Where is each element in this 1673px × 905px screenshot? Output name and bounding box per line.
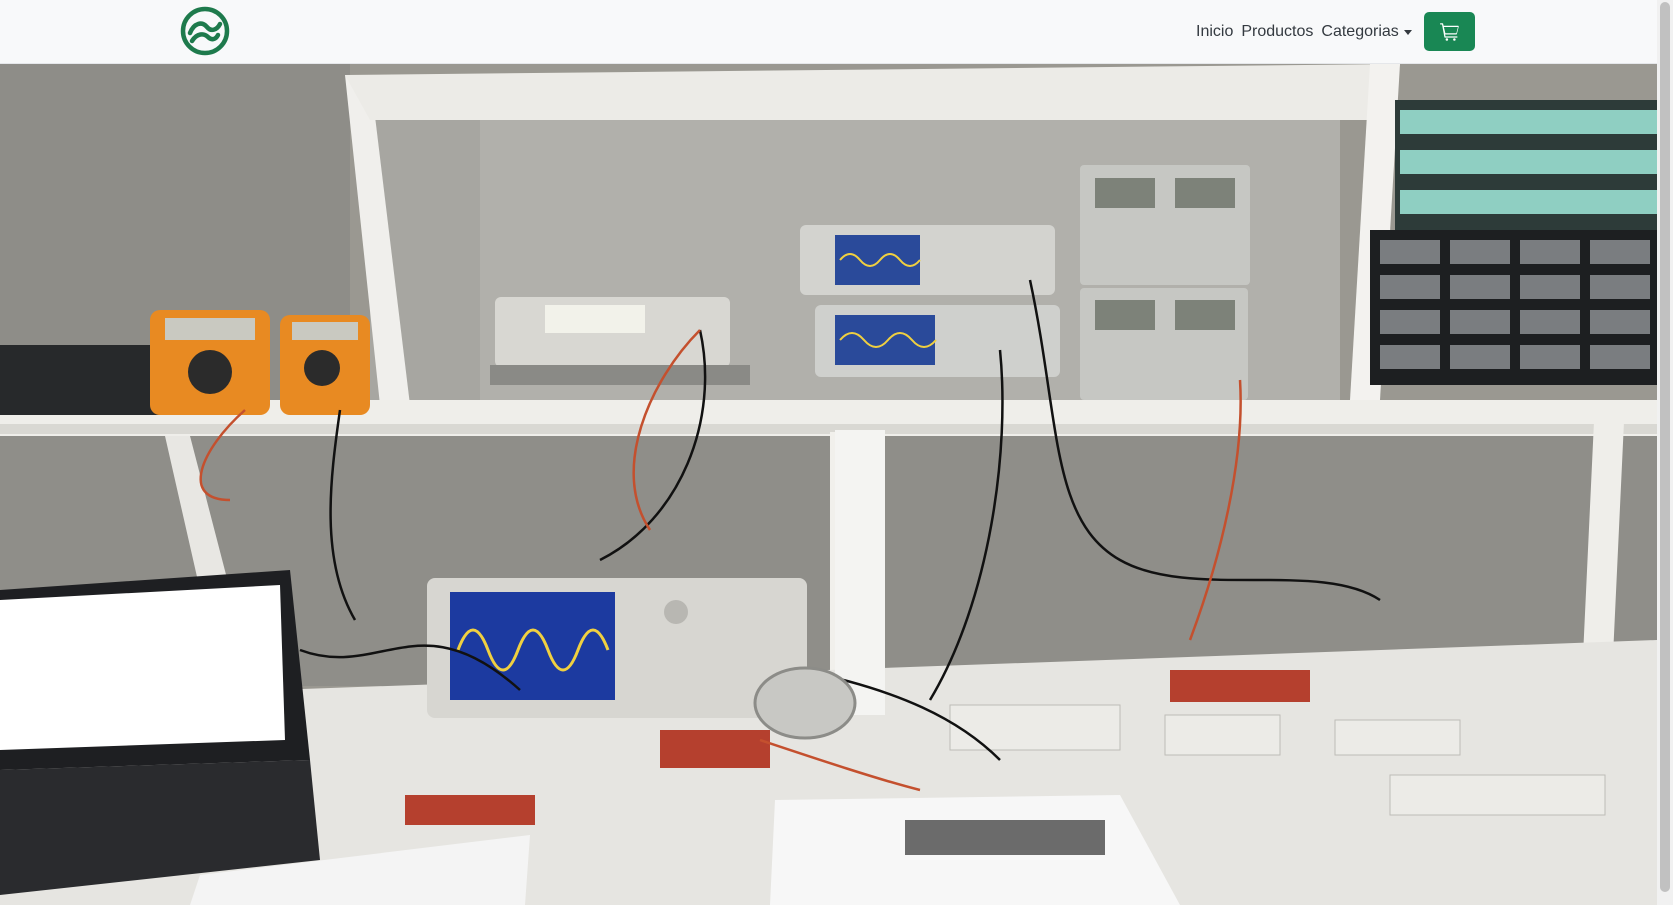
page: Inicio Productos Categorias [0, 0, 1673, 905]
nav-dropdown-categorias[interactable]: Categorias [1317, 23, 1415, 41]
nav-link-productos[interactable]: Productos [1237, 23, 1317, 41]
nav-dropdown-label: Categorias [1321, 23, 1399, 40]
scrollbar-thumb[interactable] [1660, 2, 1670, 892]
hero-image [0, 64, 1657, 905]
nav-links: Inicio Productos Categorias [1192, 0, 1416, 64]
cart-button[interactable] [1424, 12, 1475, 51]
page-scrollbar[interactable] [1657, 0, 1673, 905]
university-logo-icon[interactable] [180, 6, 230, 56]
cart-icon [1439, 22, 1459, 41]
nav-link-inicio[interactable]: Inicio [1192, 23, 1237, 41]
caret-down-icon [1403, 29, 1412, 35]
navbar: Inicio Productos Categorias [0, 0, 1657, 64]
